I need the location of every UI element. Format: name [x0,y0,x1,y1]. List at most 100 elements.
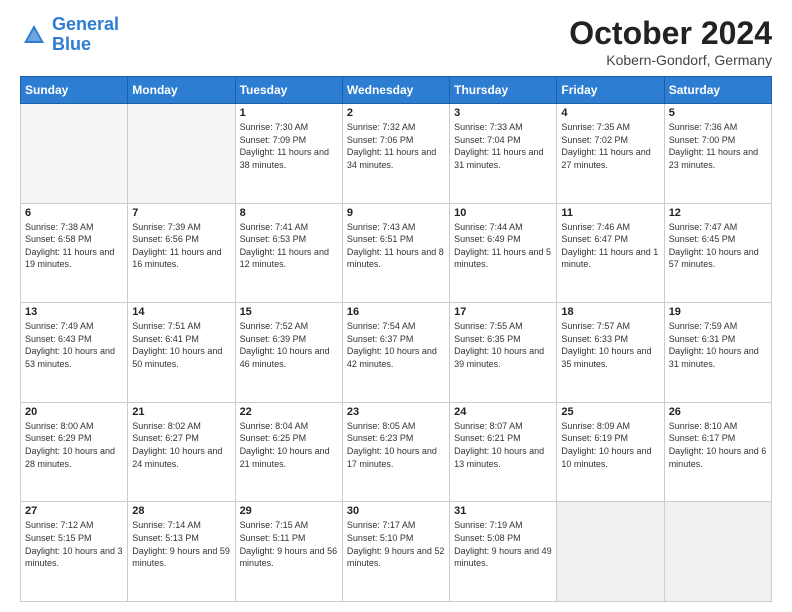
header: General Blue October 2024 Kobern-Gondorf… [20,15,772,68]
day-info: Sunrise: 7:19 AM Sunset: 5:08 PM Dayligh… [454,519,552,569]
day-info: Sunrise: 7:38 AM Sunset: 6:58 PM Dayligh… [25,221,123,271]
day-info: Sunrise: 7:39 AM Sunset: 6:56 PM Dayligh… [132,221,230,271]
logo-line1: General [52,14,119,34]
calendar-cell [664,502,771,602]
day-number: 2 [347,107,445,119]
calendar-cell: 28Sunrise: 7:14 AM Sunset: 5:13 PM Dayli… [128,502,235,602]
day-number: 15 [240,306,338,318]
calendar-cell: 2 Sunrise: 7:32 AM Sunset: 7:06 PM Daylig… [342,104,449,204]
calendar-cell: 15 Sunrise: 7:52 AM Sunset: 6:39 PM Dayli… [235,303,342,403]
day-number: 14 [132,306,230,318]
day-info: Sunrise: 7:46 AM Sunset: 6:47 PM Dayligh… [561,221,659,271]
day-number: 26 [669,406,767,418]
calendar-cell: 9 Sunrise: 7:43 AM Sunset: 6:51 PM Daylig… [342,203,449,303]
day-number: 11 [561,207,659,219]
day-number: 30 [347,505,445,517]
day-info: Sunrise: 7:57 AM Sunset: 6:33 PM Dayligh… [561,320,659,370]
logo-icon [20,21,48,49]
calendar-cell: 31Sunrise: 7:19 AM Sunset: 5:08 PM Dayli… [450,502,557,602]
day-info: Sunrise: 7:51 AM Sunset: 6:41 PM Dayligh… [132,320,230,370]
day-info: Sunrise: 8:09 AM Sunset: 6:19 PM Dayligh… [561,420,659,470]
day-info: Sunrise: 7:17 AM Sunset: 5:10 PM Dayligh… [347,519,445,569]
day-info: Sunrise: 7:36 AM Sunset: 7:00 PM Dayligh… [669,121,767,171]
calendar-cell: 5Sunrise: 7:36 AM Sunset: 7:00 PM Daylig… [664,104,771,204]
calendar-cell: 11 Sunrise: 7:46 AM Sunset: 6:47 PM Dayli… [557,203,664,303]
day-info: Sunrise: 7:12 AM Sunset: 5:15 PM Dayligh… [25,519,123,569]
day-info: Sunrise: 8:02 AM Sunset: 6:27 PM Dayligh… [132,420,230,470]
calendar-cell: 26 Sunrise: 8:10 AM Sunset: 6:17 PM Dayli… [664,402,771,502]
calendar-table: SundayMondayTuesdayWednesdayThursdayFrid… [20,76,772,602]
calendar-cell: 3 Sunrise: 7:33 AM Sunset: 7:04 PM Daylig… [450,104,557,204]
day-info: Sunrise: 7:52 AM Sunset: 6:39 PM Dayligh… [240,320,338,370]
day-number: 23 [347,406,445,418]
day-info: Sunrise: 7:49 AM Sunset: 6:43 PM Dayligh… [25,320,123,370]
day-info: Sunrise: 7:15 AM Sunset: 5:11 PM Dayligh… [240,519,338,569]
day-number: 21 [132,406,230,418]
logo: General Blue [20,15,119,55]
day-number: 1 [240,107,338,119]
day-number: 25 [561,406,659,418]
page: General Blue October 2024 Kobern-Gondorf… [0,0,792,612]
day-number: 19 [669,306,767,318]
day-number: 8 [240,207,338,219]
week-row-4: 20Sunrise: 8:00 AM Sunset: 6:29 PM Dayli… [21,402,772,502]
calendar-cell: 17Sunrise: 7:55 AM Sunset: 6:35 PM Dayli… [450,303,557,403]
week-row-3: 13Sunrise: 7:49 AM Sunset: 6:43 PM Dayli… [21,303,772,403]
day-info: Sunrise: 7:43 AM Sunset: 6:51 PM Dayligh… [347,221,445,271]
logo-text: General Blue [52,15,119,55]
day-info: Sunrise: 8:00 AM Sunset: 6:29 PM Dayligh… [25,420,123,470]
calendar-cell: 25 Sunrise: 8:09 AM Sunset: 6:19 PM Dayli… [557,402,664,502]
day-info: Sunrise: 7:32 AM Sunset: 7:06 PM Dayligh… [347,121,445,171]
day-info: Sunrise: 7:59 AM Sunset: 6:31 PM Dayligh… [669,320,767,370]
calendar-cell: 21 Sunrise: 8:02 AM Sunset: 6:27 PM Dayli… [128,402,235,502]
day-number: 6 [25,207,123,219]
calendar-cell: 23 Sunrise: 8:05 AM Sunset: 6:23 PM Dayli… [342,402,449,502]
week-row-1: 1 Sunrise: 7:30 AM Sunset: 7:09 PM Daylig… [21,104,772,204]
day-number: 9 [347,207,445,219]
day-number: 7 [132,207,230,219]
weekday-header-friday: Friday [557,77,664,104]
calendar-cell: 18 Sunrise: 7:57 AM Sunset: 6:33 PM Dayli… [557,303,664,403]
weekday-header-saturday: Saturday [664,77,771,104]
location-subtitle: Kobern-Gondorf, Germany [569,52,772,68]
title-section: October 2024 Kobern-Gondorf, Germany [569,15,772,68]
day-info: Sunrise: 8:05 AM Sunset: 6:23 PM Dayligh… [347,420,445,470]
calendar-cell: 14 Sunrise: 7:51 AM Sunset: 6:41 PM Dayli… [128,303,235,403]
calendar-cell: 10Sunrise: 7:44 AM Sunset: 6:49 PM Dayli… [450,203,557,303]
calendar-cell: 4 Sunrise: 7:35 AM Sunset: 7:02 PM Daylig… [557,104,664,204]
day-number: 24 [454,406,552,418]
day-number: 4 [561,107,659,119]
calendar-cell: 29Sunrise: 7:15 AM Sunset: 5:11 PM Dayli… [235,502,342,602]
day-number: 27 [25,505,123,517]
day-number: 16 [347,306,445,318]
week-row-2: 6 Sunrise: 7:38 AM Sunset: 6:58 PM Daylig… [21,203,772,303]
weekday-header-sunday: Sunday [21,77,128,104]
weekday-header-tuesday: Tuesday [235,77,342,104]
day-number: 18 [561,306,659,318]
day-number: 22 [240,406,338,418]
day-number: 17 [454,306,552,318]
day-number: 3 [454,107,552,119]
day-info: Sunrise: 7:35 AM Sunset: 7:02 PM Dayligh… [561,121,659,171]
calendar-cell: 8Sunrise: 7:41 AM Sunset: 6:53 PM Daylig… [235,203,342,303]
day-info: Sunrise: 8:04 AM Sunset: 6:25 PM Dayligh… [240,420,338,470]
day-info: Sunrise: 7:30 AM Sunset: 7:09 PM Dayligh… [240,121,338,171]
calendar-cell [128,104,235,204]
day-info: Sunrise: 8:10 AM Sunset: 6:17 PM Dayligh… [669,420,767,470]
day-number: 10 [454,207,552,219]
day-info: Sunrise: 8:07 AM Sunset: 6:21 PM Dayligh… [454,420,552,470]
day-info: Sunrise: 7:33 AM Sunset: 7:04 PM Dayligh… [454,121,552,171]
calendar-cell: 1 Sunrise: 7:30 AM Sunset: 7:09 PM Daylig… [235,104,342,204]
day-info: Sunrise: 7:54 AM Sunset: 6:37 PM Dayligh… [347,320,445,370]
calendar-cell: 16 Sunrise: 7:54 AM Sunset: 6:37 PM Dayli… [342,303,449,403]
calendar-cell: 13Sunrise: 7:49 AM Sunset: 6:43 PM Dayli… [21,303,128,403]
weekday-header-wednesday: Wednesday [342,77,449,104]
logo-line2: Blue [52,34,91,54]
day-info: Sunrise: 7:47 AM Sunset: 6:45 PM Dayligh… [669,221,767,271]
calendar-cell [21,104,128,204]
calendar-cell: 19 Sunrise: 7:59 AM Sunset: 6:31 PM Dayli… [664,303,771,403]
calendar-cell: 6 Sunrise: 7:38 AM Sunset: 6:58 PM Daylig… [21,203,128,303]
week-row-5: 27 Sunrise: 7:12 AM Sunset: 5:15 PM Dayli… [21,502,772,602]
day-number: 28 [132,505,230,517]
month-title: October 2024 [569,15,772,52]
